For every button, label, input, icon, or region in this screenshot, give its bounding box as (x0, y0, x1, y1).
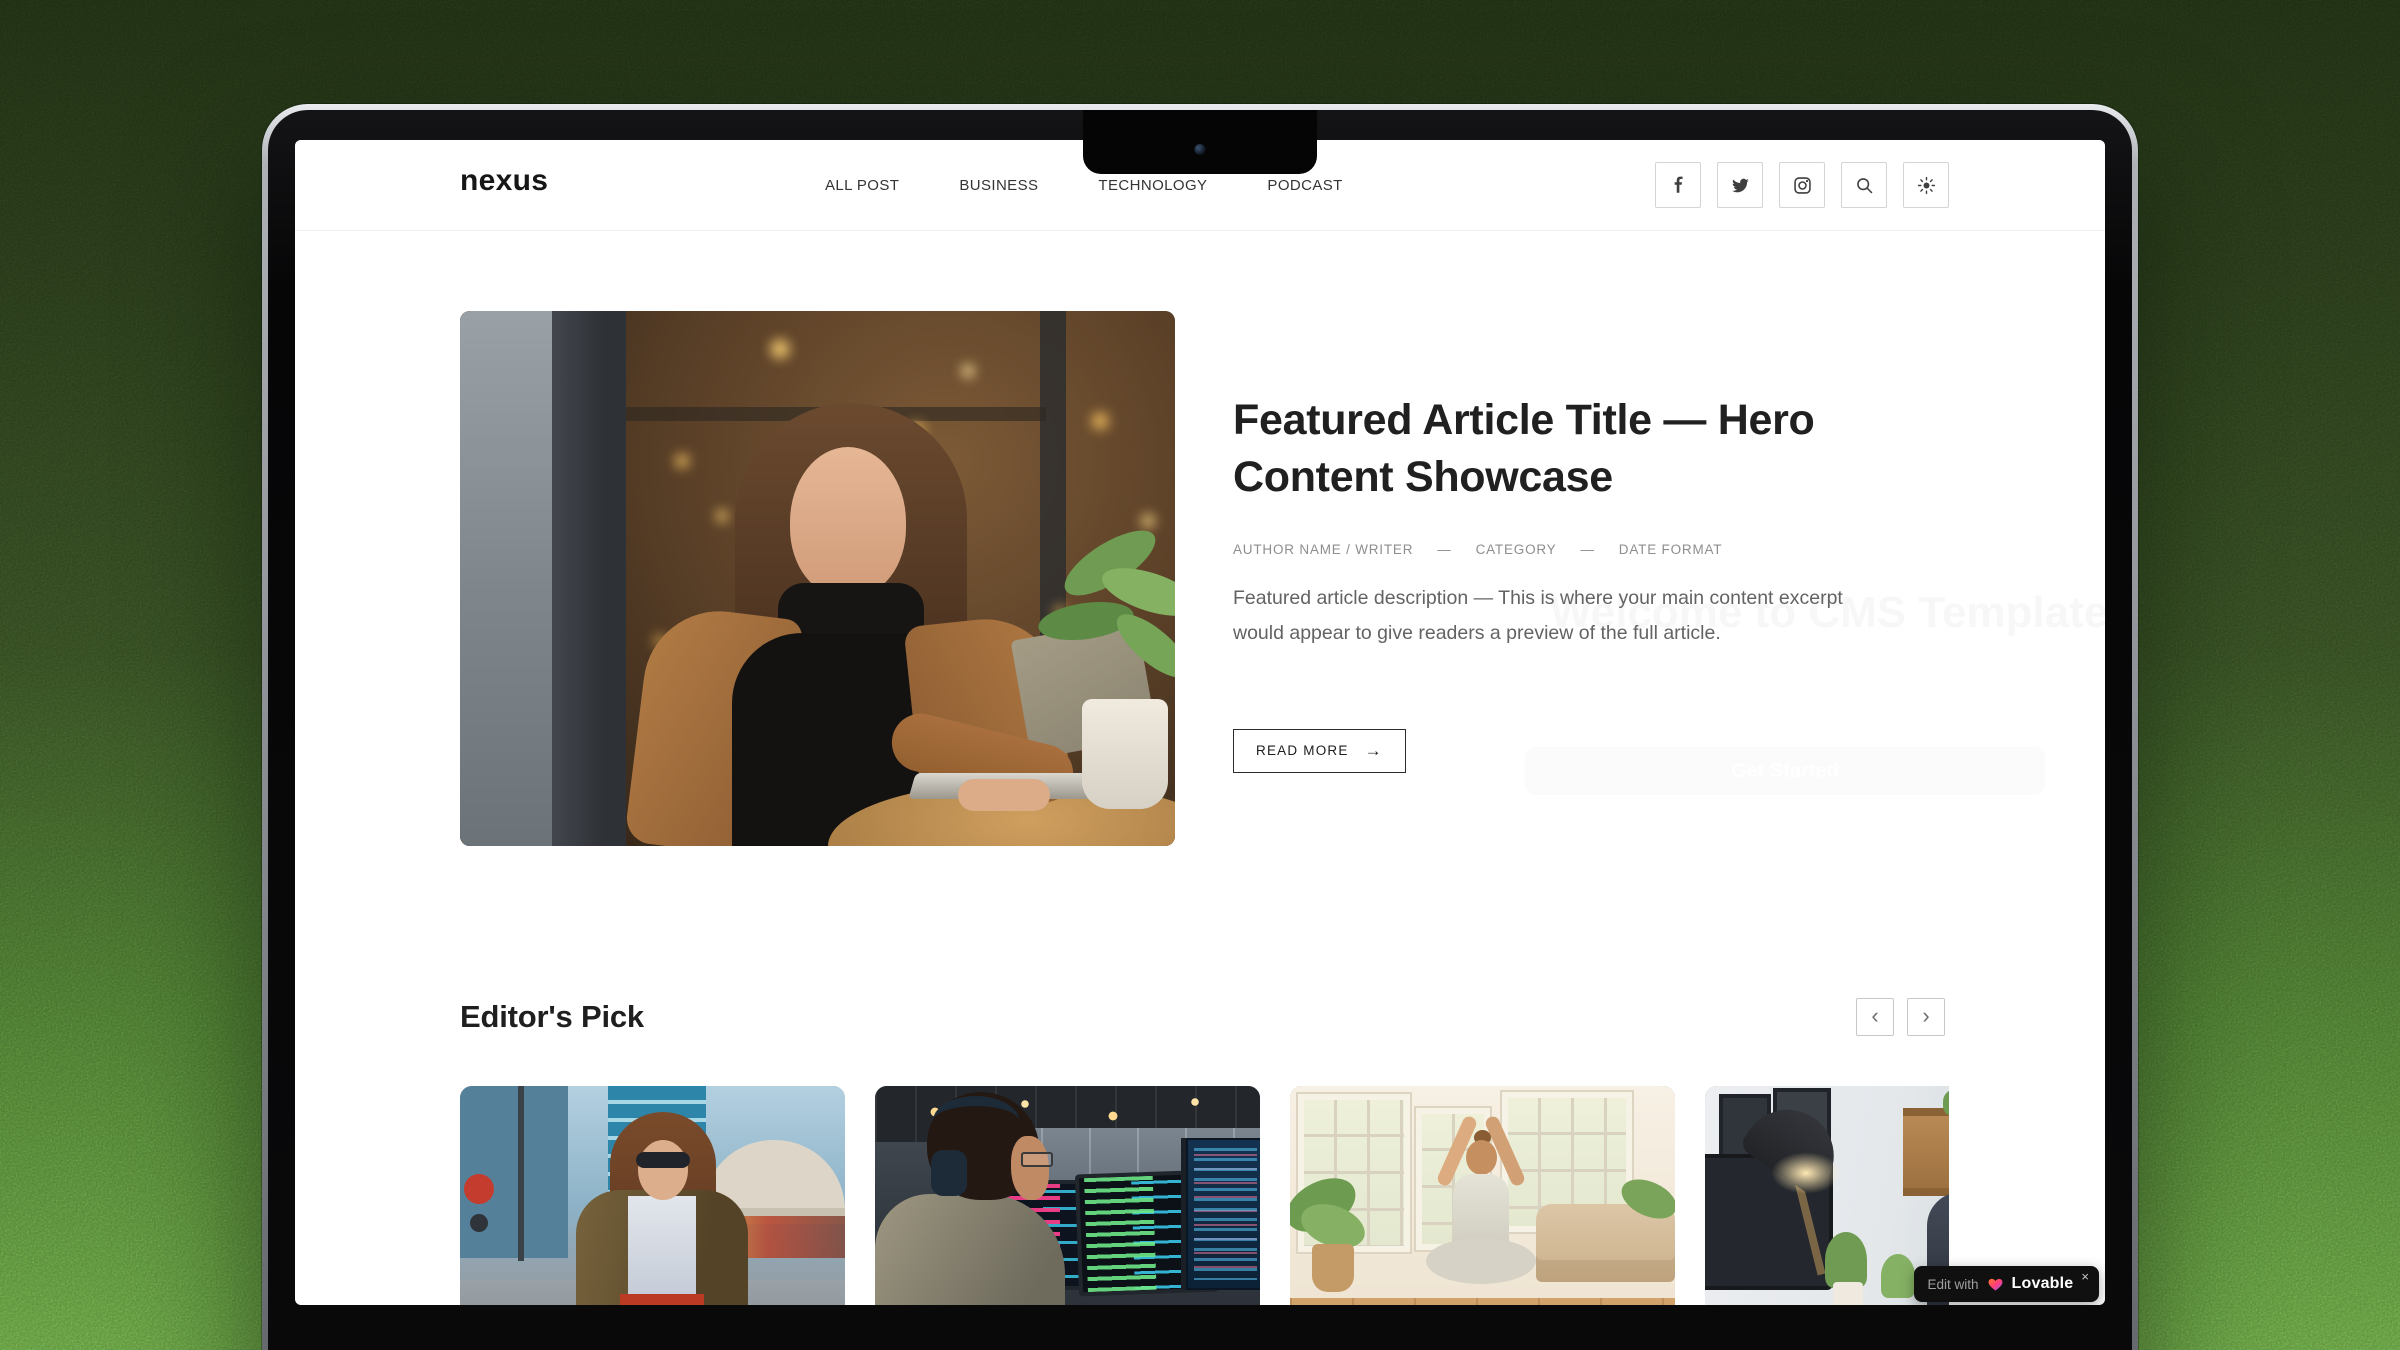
hero-image (460, 311, 1175, 846)
card-image-developer[interactable] (875, 1086, 1260, 1305)
social-buttons (1655, 162, 1949, 208)
hero-date: DATE FORMAT (1619, 542, 1723, 557)
meta-separator: — (1437, 542, 1451, 557)
lovable-badge[interactable]: Edit with Lovable × (1914, 1266, 2100, 1302)
laptop-notch (1083, 110, 1317, 174)
hero-meta: AUTHOR NAME / WRITER — CATEGORY — DATE F… (1233, 542, 1903, 557)
twitter-button[interactable] (1717, 162, 1763, 208)
chevron-left-icon: ‹ (1871, 1005, 1878, 1027)
nav-technology[interactable]: TECHNOLOGY (1098, 177, 1207, 194)
card-image-home-office[interactable] (1705, 1086, 1949, 1305)
twitter-icon (1730, 175, 1751, 196)
hero-description: Featured article description — This is w… (1233, 581, 1883, 651)
carousel-next-button[interactable]: › (1907, 998, 1945, 1036)
hero-category[interactable]: CATEGORY (1476, 542, 1557, 557)
lovable-prefix: Edit with (1928, 1277, 1979, 1292)
search-button[interactable] (1841, 162, 1887, 208)
laptop-camera (1195, 144, 1206, 155)
card-image-yoga[interactable] (1290, 1086, 1675, 1305)
nav-all-post[interactable]: ALL POST (825, 177, 899, 194)
laptop-frame: nexus ALL POST BUSINESS TECHNOLOGY PODCA… (262, 104, 2138, 1350)
hero-content: Featured Article Title — Hero Content Sh… (1233, 392, 1903, 773)
facebook-button[interactable] (1655, 162, 1701, 208)
brand-logo[interactable]: nexus (460, 164, 548, 198)
hero-title: Featured Article Title — Hero Content Sh… (1233, 392, 1903, 506)
carousel-arrows: ‹ › (1856, 998, 1945, 1036)
editors-pick-title: Editor's Pick (460, 999, 644, 1035)
nav-podcast[interactable]: PODCAST (1267, 177, 1342, 194)
search-icon (1854, 175, 1875, 196)
carousel-prev-button[interactable]: ‹ (1856, 998, 1894, 1036)
editors-pick-carousel (460, 1086, 1949, 1305)
lovable-heart-icon (1987, 1276, 2004, 1293)
editors-pick-header: Editor's Pick ‹ › (460, 996, 1949, 1038)
sun-icon (1916, 175, 1937, 196)
desktop-background: nexus ALL POST BUSINESS TECHNOLOGY PODCA… (0, 0, 2400, 1350)
instagram-button[interactable] (1779, 162, 1825, 208)
arrow-right-icon: → (1365, 741, 1383, 761)
theme-toggle-button[interactable] (1903, 162, 1949, 208)
lovable-brand: Lovable (2012, 1275, 2074, 1293)
laptop-bezel: nexus ALL POST BUSINESS TECHNOLOGY PODCA… (268, 110, 2132, 1350)
meta-separator: — (1580, 542, 1594, 557)
instagram-icon (1792, 175, 1813, 196)
hero-author[interactable]: AUTHOR NAME / WRITER (1233, 542, 1413, 557)
nav-business[interactable]: BUSINESS (959, 177, 1038, 194)
card-image-street-fashion[interactable] (460, 1086, 845, 1305)
read-more-button[interactable]: READ MORE → (1233, 729, 1406, 773)
facebook-icon (1668, 175, 1689, 196)
browser-screen: nexus ALL POST BUSINESS TECHNOLOGY PODCA… (295, 140, 2105, 1305)
close-icon[interactable]: × (2081, 1269, 2089, 1284)
editors-pick-section: Editor's Pick ‹ › (460, 996, 1949, 1305)
chevron-right-icon: › (1922, 1005, 1929, 1027)
